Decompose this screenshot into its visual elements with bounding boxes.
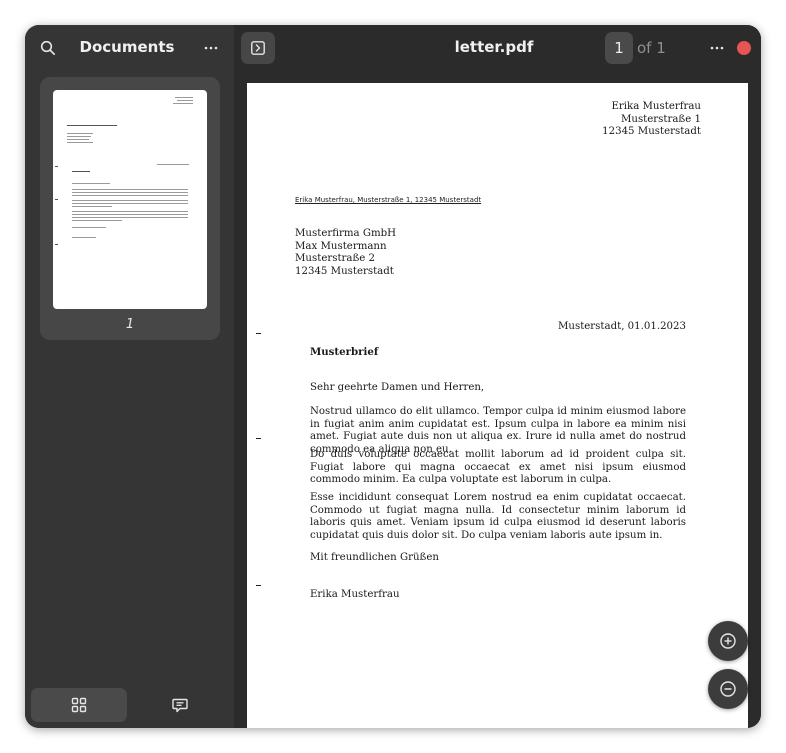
page-thumbnail[interactable]: 1 bbox=[40, 77, 220, 340]
letter-signature: Erika Musterfrau bbox=[310, 589, 400, 600]
sidebar-title: Documents bbox=[79, 38, 175, 56]
toggle-sidebar-button[interactable] bbox=[241, 32, 275, 64]
zoom-in-button[interactable] bbox=[708, 621, 748, 661]
sidebar-menu-button[interactable] bbox=[199, 36, 223, 60]
letter-paragraph: Esse incididunt consequat Lorem nostrud … bbox=[310, 492, 686, 541]
sidebar-header: Documents bbox=[25, 25, 234, 71]
annotations-view-button[interactable] bbox=[132, 688, 228, 722]
document-area: letter.pdf 1 of 1 Erika Musterfrau Muste… bbox=[234, 25, 761, 728]
zoom-out-icon bbox=[720, 681, 736, 697]
punch-mark bbox=[256, 438, 261, 439]
page-count: of 1 bbox=[637, 39, 666, 57]
letter-salutation: Sehr geehrte Damen und Herren, bbox=[310, 382, 485, 393]
pdf-viewer-window: Documents 1 letter.pdf 1 of 1 Erika Must… bbox=[25, 25, 761, 728]
search-button[interactable] bbox=[36, 36, 60, 60]
letter-subject: Musterbrief bbox=[310, 346, 379, 358]
zoom-out-button[interactable] bbox=[708, 669, 748, 709]
main-menu-button[interactable] bbox=[705, 36, 729, 60]
fold-mark bbox=[256, 585, 261, 586]
return-address-line: Erika Musterfrau, Musterstraße 1, 12345 … bbox=[295, 196, 482, 204]
letter-date: Musterstadt, 01.01.2023 bbox=[557, 321, 686, 332]
comment-icon bbox=[172, 698, 188, 713]
page-number-input[interactable]: 1 bbox=[605, 32, 633, 64]
sidebar-toggle-icon bbox=[251, 41, 265, 55]
sender-address: Erika Musterfrau Musterstraße 1 12345 Mu… bbox=[602, 101, 701, 137]
document-title: letter.pdf bbox=[454, 38, 534, 56]
zoom-in-icon bbox=[720, 633, 736, 649]
sidebar: Documents 1 bbox=[25, 25, 234, 728]
more-icon bbox=[204, 46, 218, 50]
thumbnails-view-button[interactable] bbox=[31, 688, 127, 722]
header-bar: letter.pdf 1 of 1 bbox=[234, 25, 761, 71]
thumbnail-preview bbox=[53, 90, 207, 309]
letter-closing: Mit freundlichen Grüßen bbox=[310, 552, 439, 563]
grid-icon bbox=[71, 697, 87, 713]
close-button[interactable] bbox=[737, 41, 751, 55]
letter-paragraph: Do duis voluptate occaecat mollit laboru… bbox=[310, 449, 686, 485]
more-icon bbox=[710, 46, 724, 50]
fold-mark bbox=[256, 333, 261, 334]
thumbnail-page-number: 1 bbox=[125, 317, 135, 332]
sidebar-footer bbox=[25, 683, 234, 728]
search-icon bbox=[40, 40, 56, 56]
document-page: Erika Musterfrau Musterstraße 1 12345 Mu… bbox=[247, 83, 748, 728]
recipient-address: Musterfirma GmbH Max Mustermann Musterst… bbox=[295, 228, 397, 277]
